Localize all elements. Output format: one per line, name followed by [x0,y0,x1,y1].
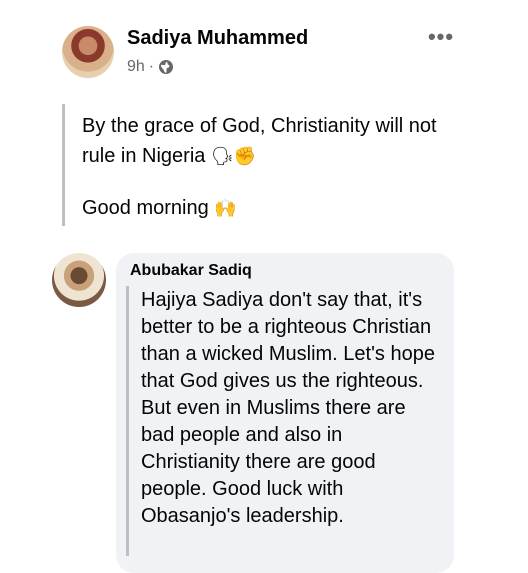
comment-author-name[interactable]: Abubakar Sadiq [130,262,252,280]
speaking-fist-emoji: 🗣✊ [210,146,257,167]
globe-icon[interactable] [158,59,174,75]
meta-separator: · [148,58,155,75]
raised-hands-emoji: 🙌 [214,198,237,219]
comment-quote: Hajiya Sadiya don't say that, it's bette… [126,286,444,556]
post-greeting: Good morning 🙌 [82,193,237,224]
author-name[interactable]: Sadiya Muhammed [127,27,308,50]
comment-bubble: Abubakar Sadiq Hajiya Sadiya don't say t… [116,253,454,573]
author-avatar[interactable] [62,26,114,78]
post-text-content: By the grace of God, Christianity will n… [82,115,437,167]
post-meta: 9h · [127,56,174,78]
more-options-button[interactable]: ••• [424,24,458,50]
post-greeting-text: Good morning [82,197,209,219]
post-text: By the grace of God, Christianity will n… [82,111,462,172]
commenter-avatar[interactable] [52,253,106,307]
comment-text: Hajiya Sadiya don't say that, it's bette… [141,289,435,527]
more-icon: ••• [427,24,455,49]
post-body: By the grace of God, Christianity will n… [62,104,482,226]
post-time[interactable]: 9h [127,58,145,76]
post-header: Sadiya Muhammed 9h · ••• [0,0,528,100]
